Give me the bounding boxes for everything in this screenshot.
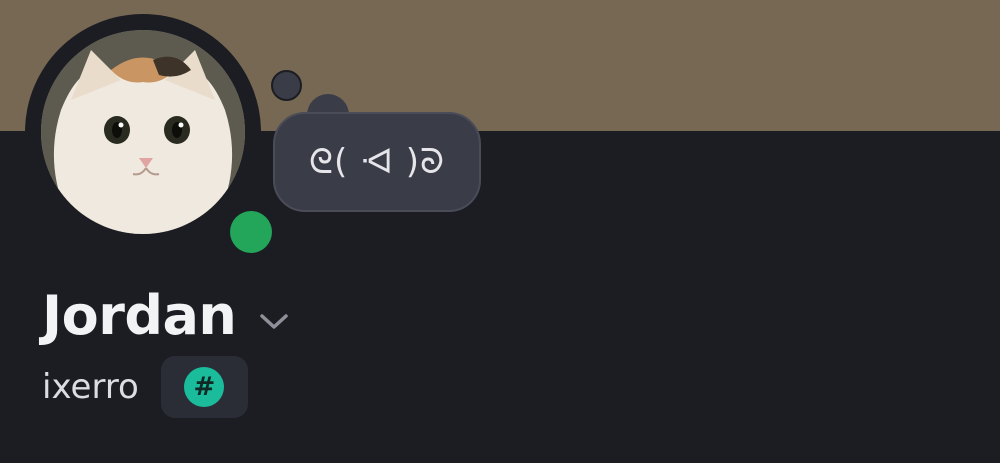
profile-card: ᘓ( ᐗ )ᘐ Jordan ixerro # <box>0 0 1000 463</box>
thought-bubble-dot-small <box>271 70 302 101</box>
online-status-icon <box>230 211 272 253</box>
custom-status-text: ᘓ( ᐗ )ᘐ <box>309 142 445 182</box>
profile-badge[interactable]: # <box>160 356 248 418</box>
chevron-down-icon[interactable] <box>258 310 290 332</box>
status-indicator <box>220 201 282 263</box>
username-row: ixerro # <box>42 356 248 418</box>
display-name: Jordan <box>42 284 237 347</box>
avatar-container[interactable] <box>25 14 282 263</box>
custom-status-bubble[interactable]: ᘓ( ᐗ )ᘐ <box>273 112 481 212</box>
badge-symbol: # <box>193 372 216 402</box>
avatar[interactable] <box>41 30 245 234</box>
display-name-row[interactable]: Jordan <box>42 284 290 347</box>
cat-avatar-image <box>41 30 245 234</box>
username: ixerro <box>42 367 139 407</box>
hashtag-badge-icon: # <box>184 367 225 407</box>
